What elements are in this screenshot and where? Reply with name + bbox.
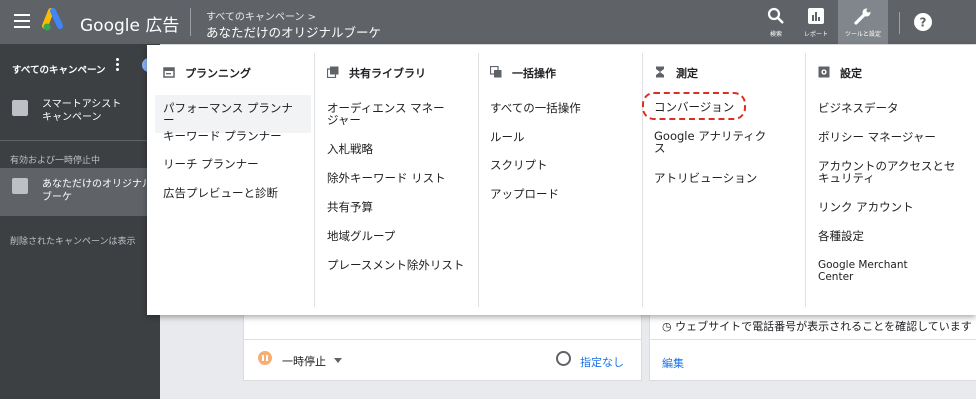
app-title: Google 広告 (80, 16, 180, 36)
shared-budgets-item[interactable]: 共有予算 (327, 201, 373, 213)
reports-tool-button[interactable]: レポート (796, 0, 836, 44)
negative-keyword-lists-item[interactable]: 除外キーワード リスト (327, 172, 446, 184)
settings-icon (818, 66, 830, 78)
breadcrumb-current[interactable]: あなただけのオリジナルブーケ (206, 22, 381, 41)
performance-planner-item[interactable]: パフォーマンス プランナー (155, 95, 311, 133)
tools-dropdown-panel: プランニング パフォーマンス プランナー キーワード プランナー リーチ プラン… (147, 45, 976, 315)
pause-status-icon (258, 351, 272, 365)
all-campaigns-link[interactable]: すべてのキャンペーン (12, 62, 105, 76)
sidebar-section-label: 有効および一時停止中 (10, 156, 101, 166)
all-bulk-actions-item[interactable]: すべての一括操作 (490, 102, 581, 114)
sidebar-item-smart-campaign[interactable]: スマートアシスト キャンペーン (0, 96, 160, 132)
show-deleted-campaigns-link[interactable]: 削除されたキャンペーンは表示 (10, 234, 136, 247)
status-dropdown-label[interactable]: 一時停止 (282, 353, 326, 369)
rules-item[interactable]: ルール (490, 131, 525, 143)
top-app-bar: Google 広告 すべてのキャンペーン > あなただけのオリジナルブーケ 検索… (0, 0, 976, 44)
ad-preview-item[interactable]: 広告プレビューと診断 (163, 187, 278, 199)
campaign-sidebar: すべてのキャンペーン スマートアシスト キャンペーン 有効および一時停止中 あな… (0, 44, 160, 399)
clock-icon (556, 351, 571, 366)
tools-settings-label: ツールと設定 (844, 31, 881, 38)
planning-title: プランニング (185, 67, 251, 80)
settings-title: 設定 (840, 67, 862, 80)
planning-column: プランニング パフォーマンス プランナー キーワード プランナー リーチ プラン… (147, 45, 315, 315)
google-merchant-center-item[interactable]: Google Merchant Center (818, 259, 908, 283)
wrench-icon (854, 8, 871, 25)
location-groups-item[interactable]: 地域グループ (327, 230, 395, 242)
sidebar-item-campaign[interactable]: あなただけのオリジナル ブーケ (0, 168, 160, 216)
phone-notice-text: ◷ ウェブサイトで電話番号が表示されることを確認しています (662, 320, 972, 333)
search-tool-button[interactable]: 検索 (756, 0, 796, 44)
business-data-item[interactable]: ビジネスデータ (818, 102, 899, 114)
shared-library-column: 共有ライブラリ オーディエンス マネー ジャー 入札戦略 除外キーワード リスト… (311, 45, 479, 315)
bulk-actions-column: 一括操作 すべての一括操作 ルール スクリプト アップロード (474, 45, 642, 315)
card-divider (244, 339, 641, 340)
search-tool-label: 検索 (769, 31, 782, 38)
attribution-item[interactable]: アトリビューション (654, 172, 757, 184)
uploads-item[interactable]: アップロード (490, 188, 559, 200)
bid-strategies-item[interactable]: 入札戦略 (327, 143, 373, 155)
schedule-link[interactable]: 指定なし (580, 354, 624, 370)
placement-exclusion-lists-item[interactable]: プレースメント除外リスト (327, 259, 464, 271)
google-ads-logo[interactable] (42, 8, 68, 34)
svg-text:?: ? (920, 16, 927, 30)
card-divider (650, 339, 976, 340)
hamburger-menu-icon[interactable] (14, 14, 30, 28)
reach-planner-item[interactable]: リーチ プランナー (163, 158, 259, 170)
shared-library-title: 共有ライブラリ (349, 67, 426, 80)
hourglass-icon (656, 66, 664, 78)
more-vert-icon[interactable] (116, 58, 122, 73)
campaign-icon (12, 178, 28, 194)
measurement-column: 測定 コンバージョン Google アナリティク ス アトリビューション (638, 45, 806, 315)
header-divider (190, 8, 191, 36)
google-analytics-item[interactable]: Google アナリティク ス (654, 130, 794, 154)
preferences-item[interactable]: 各種設定 (818, 230, 864, 242)
tools-settings-button[interactable]: ツールと設定 (838, 0, 888, 44)
breadcrumb-parent[interactable]: すべてのキャンペーン > (206, 8, 316, 23)
sidebar-divider (0, 140, 160, 141)
campaign-name: あなただけのオリジナル ブーケ (42, 179, 152, 203)
edit-link[interactable]: 編集 (662, 355, 684, 371)
phone-notice-card: ◷ ウェブサイトで電話番号が表示されることを確認しています 編集 (649, 312, 976, 381)
copy-icon (490, 66, 502, 78)
measurement-title: 測定 (676, 67, 698, 80)
toolbar-divider (899, 12, 900, 34)
conversions-item[interactable]: コンバージョン (654, 101, 734, 113)
smart-campaign-label: スマートアシスト キャンペーン (42, 99, 122, 123)
library-icon (327, 66, 339, 78)
bulk-actions-title: 一括操作 (512, 67, 556, 80)
search-icon (767, 7, 784, 24)
bar-chart-icon (808, 8, 824, 24)
campaign-status-card: 一時停止 指定なし (243, 312, 642, 381)
chevron-down-icon[interactable] (334, 358, 342, 363)
reports-tool-label: レポート (803, 31, 828, 38)
account-access-item[interactable]: アカウントのアクセスとセ キュリティ (818, 160, 968, 184)
calendar-icon (163, 67, 175, 78)
linked-accounts-item[interactable]: リンク アカウント (818, 201, 914, 213)
policy-manager-item[interactable]: ポリシー マネージャー (818, 131, 936, 143)
scripts-item[interactable]: スクリプト (490, 159, 548, 171)
smart-campaign-icon (12, 100, 28, 116)
keyword-planner-item[interactable]: キーワード プランナー (163, 130, 282, 142)
help-icon[interactable]: ? (913, 12, 933, 32)
settings-column: 設定 ビジネスデータ ポリシー マネージャー アカウントのアクセスとセ キュリテ… (802, 45, 974, 315)
audience-manager-item[interactable]: オーディエンス マネー ジャー (327, 102, 467, 126)
